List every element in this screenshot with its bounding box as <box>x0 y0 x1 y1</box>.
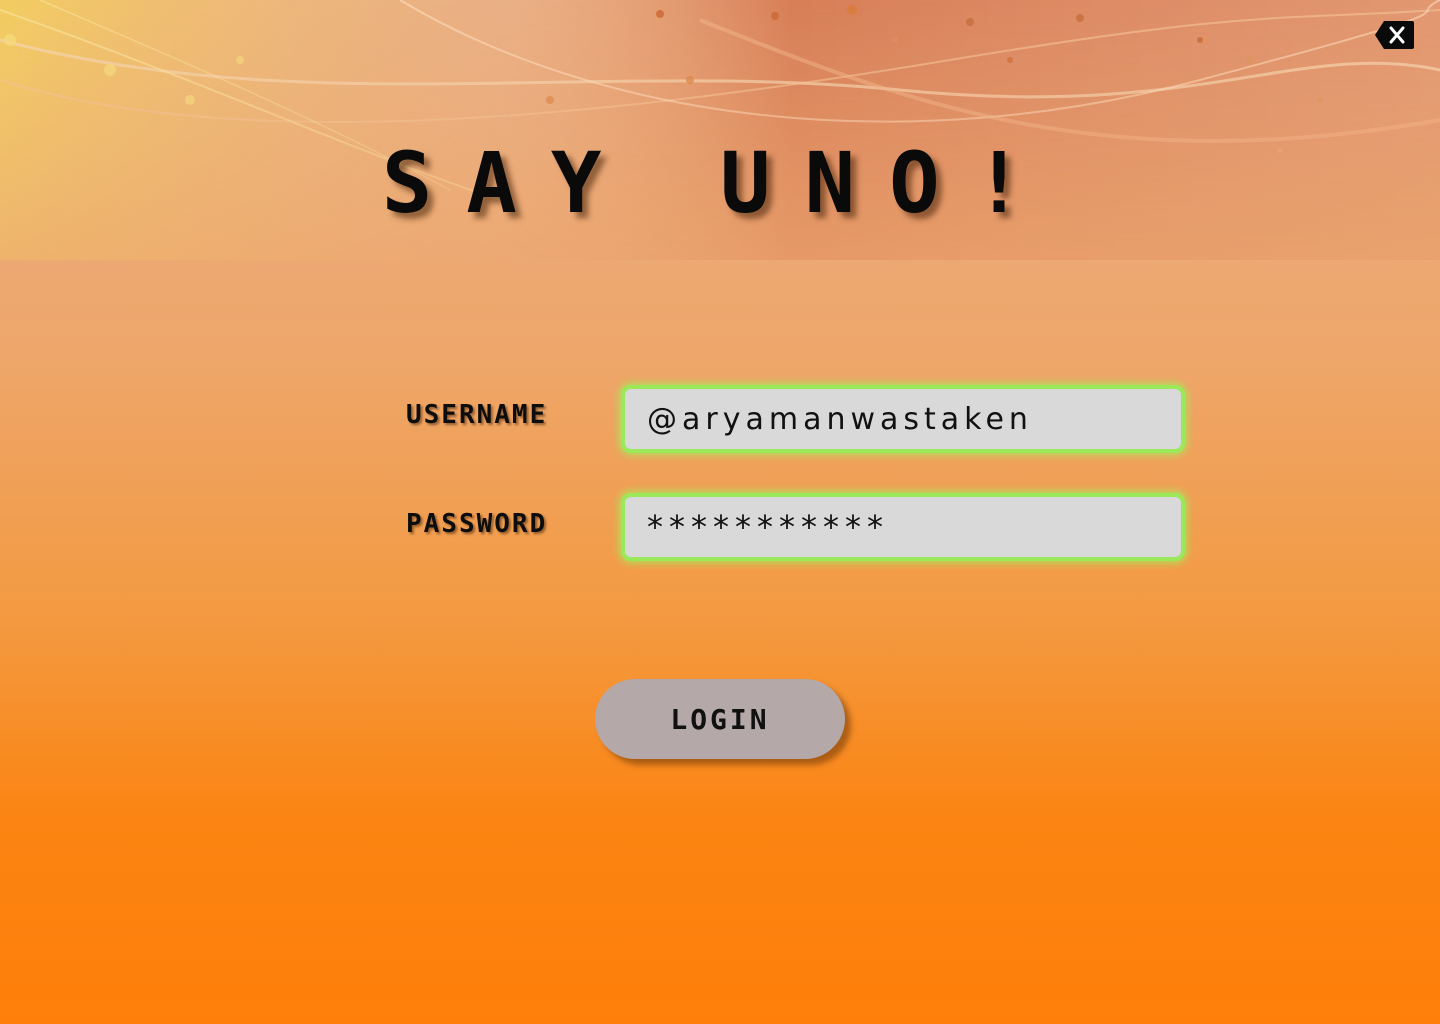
login-button[interactable]: LOGIN <box>595 679 845 759</box>
backspace-close-icon <box>1375 21 1414 49</box>
password-field[interactable]: *********** <box>621 493 1185 561</box>
close-button[interactable] <box>1374 20 1414 50</box>
username-field[interactable]: @aryamanwastaken <box>621 385 1185 453</box>
username-label: USERNAME <box>406 400 548 430</box>
game-title: SAY UNO! <box>381 134 1059 232</box>
password-label: PASSWORD <box>406 509 548 539</box>
